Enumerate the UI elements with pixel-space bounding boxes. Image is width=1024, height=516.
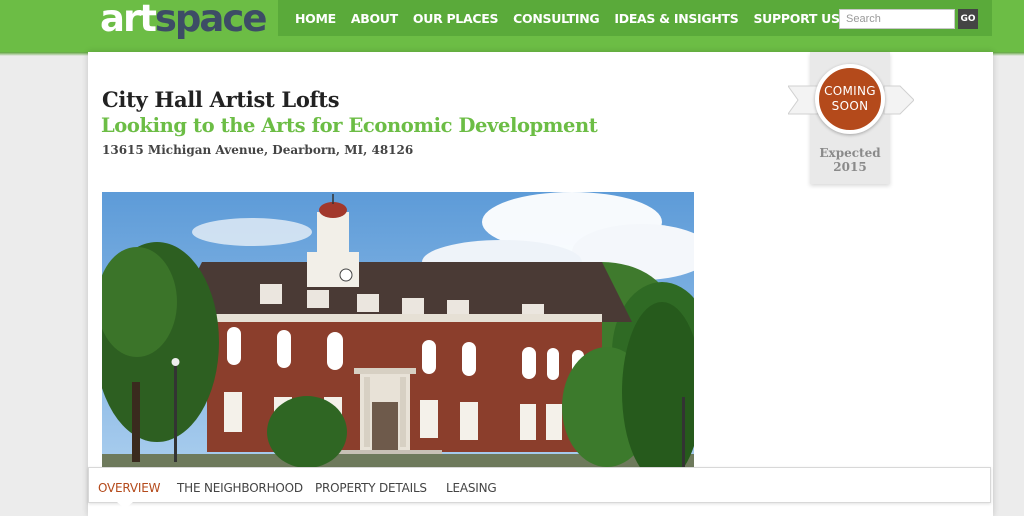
project-address: 13615 Michigan Avenue, Dearborn, MI, 481… <box>102 143 414 157</box>
logo-text-space: space <box>154 0 268 40</box>
nav-about[interactable]: ABOUT <box>351 10 398 28</box>
main-nav: HOME ABOUT OUR PLACES CONSULTING IDEAS &… <box>295 10 855 28</box>
expected-year: 2015 <box>833 160 867 174</box>
active-tab-pointer <box>117 502 133 509</box>
coming-soon-badge: COMING SOON <box>815 64 885 134</box>
nav-home[interactable]: HOME <box>295 10 336 28</box>
tab-leasing[interactable]: LEASING <box>446 481 497 495</box>
search-go-button[interactable]: GO <box>958 9 978 29</box>
expected-date: Expected 2015 <box>810 146 890 174</box>
search-input[interactable] <box>839 9 955 29</box>
building-photo <box>102 192 694 468</box>
page-subtitle: Looking to the Arts for Economic Develop… <box>101 114 598 137</box>
section-tabs: OVERVIEW THE NEIGHBORHOOD PROPERTY DETAI… <box>88 467 991 503</box>
expected-label: Expected <box>819 146 881 160</box>
nav-consulting[interactable]: CONSULTING <box>513 10 600 28</box>
tab-overview[interactable]: OVERVIEW <box>98 481 161 495</box>
page-title: City Hall Artist Lofts <box>102 87 340 112</box>
artspace-logo[interactable]: artspace <box>100 0 268 41</box>
badge-line-2: SOON <box>831 99 869 113</box>
city-hall-illustration <box>102 192 694 468</box>
nav-ideas-insights[interactable]: IDEAS & INSIGHTS <box>614 10 738 28</box>
tab-property-details[interactable]: PROPERTY DETAILS <box>315 481 427 495</box>
tab-the-neighborhood[interactable]: THE NEIGHBORHOOD <box>177 481 303 495</box>
nav-support-us[interactable]: SUPPORT US <box>753 10 840 28</box>
logo-text-art: art <box>100 0 157 40</box>
badge-line-1: COMING <box>824 84 876 98</box>
nav-our-places[interactable]: OUR PLACES <box>413 10 499 28</box>
